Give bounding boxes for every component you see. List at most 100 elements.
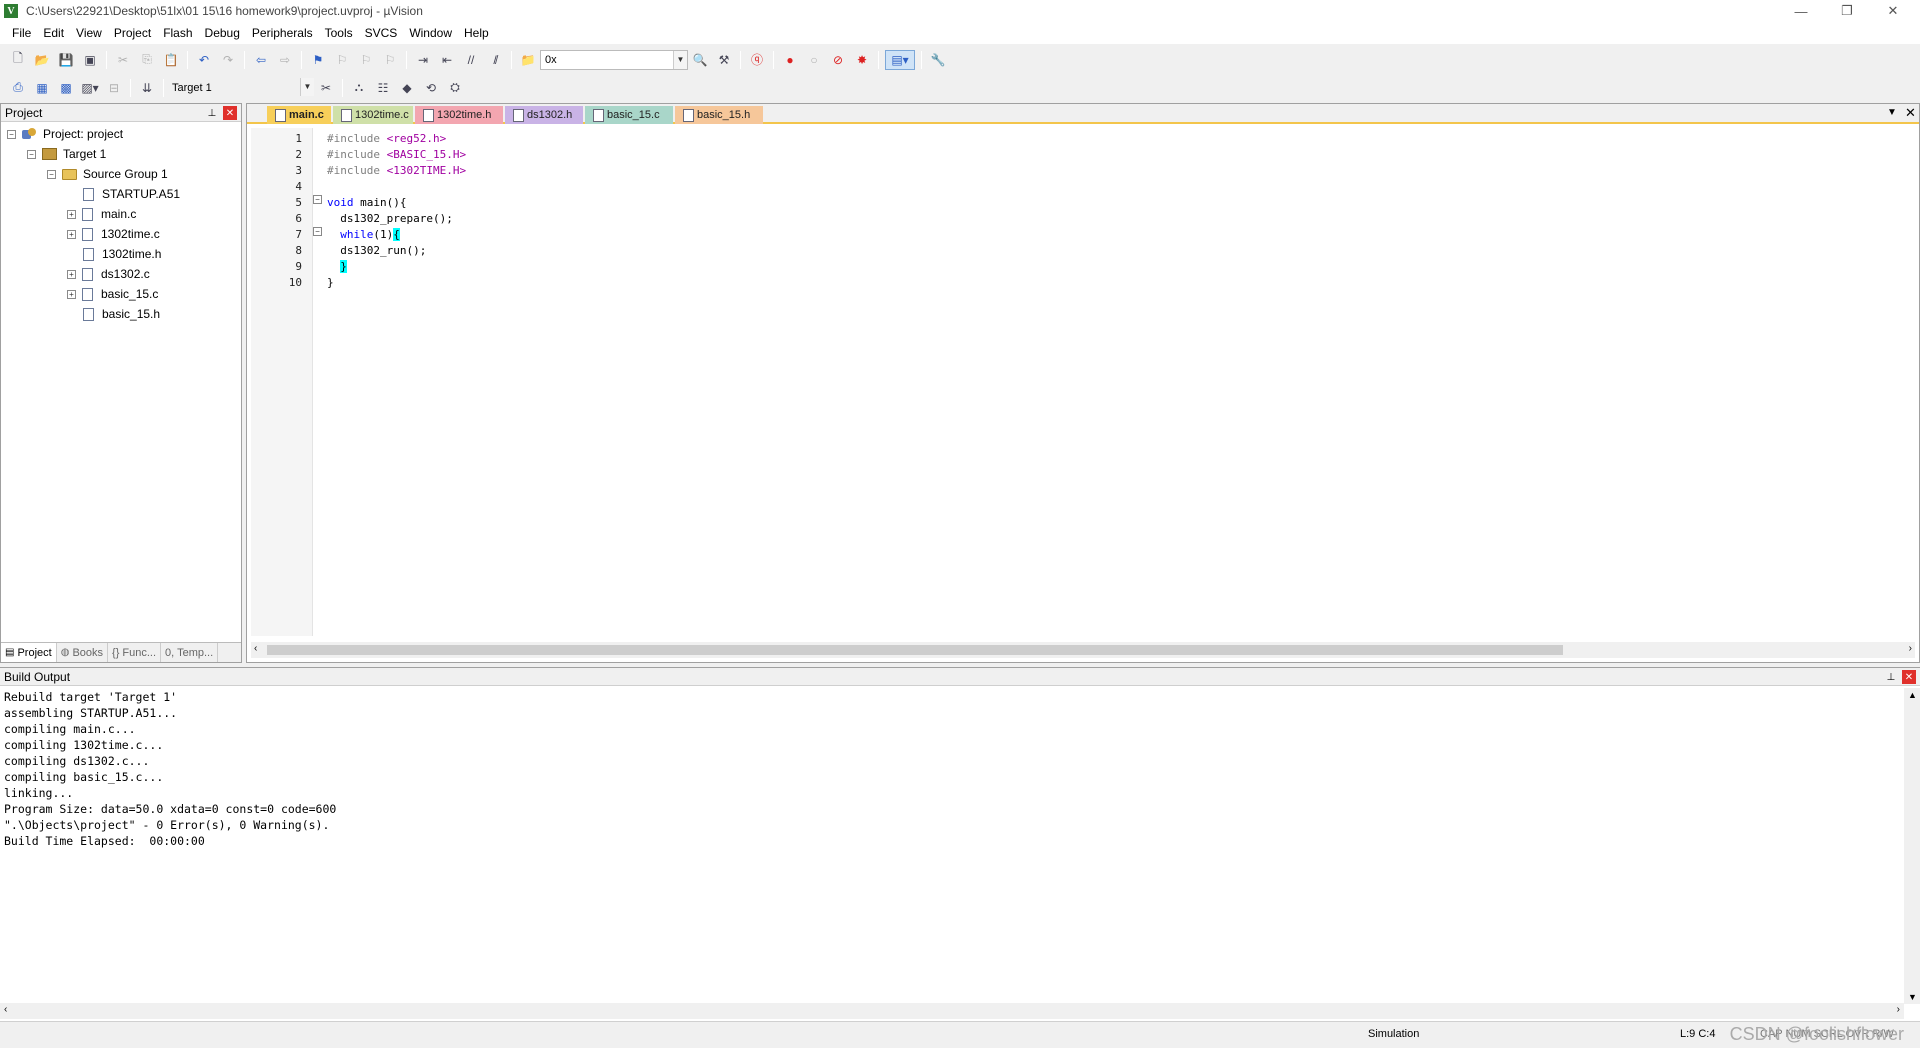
tab-basic15-h[interactable]: basic_15.h — [675, 106, 763, 124]
code-line-9[interactable]: } — [327, 260, 347, 273]
breakpoint-disable-all-icon[interactable]: ⊘ — [828, 50, 848, 70]
batch-build-icon[interactable]: ▨▾ — [80, 78, 100, 98]
scroll-right-icon[interactable]: › — [1909, 643, 1912, 654]
editor-horizontal-scrollbar[interactable]: ‹ › — [251, 642, 1915, 658]
fold-collapse-icon[interactable]: − — [313, 195, 322, 204]
collapse-icon[interactable]: − — [7, 129, 16, 139]
pin-icon[interactable]: ⊥ — [205, 106, 219, 120]
expand-icon[interactable]: + — [67, 269, 76, 279]
navigate-back-icon[interactable]: ⇦ — [251, 50, 271, 70]
code-line-2[interactable]: #include <BASIC_15.H> — [327, 148, 466, 161]
minimize-button[interactable]: — — [1778, 0, 1824, 22]
menu-svcs[interactable]: SVCS — [359, 26, 404, 40]
build-icon[interactable]: ▦ — [32, 78, 52, 98]
expand-icon[interactable]: + — [67, 209, 76, 219]
rebuild-icon[interactable]: ▩ — [56, 78, 76, 98]
incremental-find-icon[interactable]: ⚒ — [714, 50, 734, 70]
tree-file-main[interactable]: + main.c — [67, 205, 136, 223]
menu-file[interactable]: File — [6, 26, 37, 40]
save-icon[interactable]: 💾 — [56, 50, 76, 70]
bookmark-next-icon[interactable]: ⚐ — [356, 50, 376, 70]
tree-target[interactable]: − Target 1 — [27, 145, 106, 163]
tab-list-icon[interactable]: ▼ — [1887, 107, 1897, 118]
menu-tools[interactable]: Tools — [319, 26, 359, 40]
pin-icon[interactable]: ⊥ — [1884, 670, 1898, 684]
fold-collapse-icon[interactable]: − — [313, 227, 322, 236]
menu-peripherals[interactable]: Peripherals — [246, 26, 319, 40]
output-vertical-scrollbar[interactable]: ▲ ▼ — [1904, 688, 1920, 1004]
manage-components-icon[interactable]: ⛬ — [349, 78, 369, 98]
configure-icon[interactable]: 🔧 — [928, 50, 948, 70]
tree-file-1302time-h[interactable]: 1302time.h — [83, 245, 161, 263]
indent-icon[interactable]: ⇥ — [413, 50, 433, 70]
tab-functions[interactable]: {} Func... — [108, 643, 162, 662]
open-file-icon[interactable]: 📂 — [32, 50, 52, 70]
tab-books[interactable]: ◍ Books — [57, 643, 109, 662]
target-select[interactable]: Target 1 ▼ — [168, 77, 314, 98]
code-line-1[interactable]: #include <reg52.h> — [327, 132, 446, 145]
output-horizontal-scrollbar[interactable]: ‹ › — [0, 1003, 1904, 1019]
chevron-down-icon[interactable]: ▼ — [300, 77, 314, 96]
code-line-10[interactable]: } — [327, 276, 334, 289]
find-combo[interactable]: 0x ▼ — [540, 49, 688, 70]
collapse-icon[interactable]: − — [47, 169, 56, 179]
scroll-left-icon[interactable]: ‹ — [4, 1004, 7, 1015]
bookmark-clear-icon[interactable]: ⚐ — [380, 50, 400, 70]
tab-project[interactable]: ▤ Project — [1, 643, 57, 662]
close-window-button[interactable]: ✕ — [1870, 0, 1916, 22]
window-layout-icon[interactable]: ▤▾ — [885, 49, 915, 70]
copy-icon[interactable]: ⎘ — [137, 50, 157, 70]
menu-debug[interactable]: Debug — [199, 26, 246, 40]
menu-project[interactable]: Project — [108, 26, 157, 40]
code-line-5[interactable]: void main(){ — [327, 196, 406, 209]
select-pack-icon[interactable]: ⛭ — [445, 78, 465, 98]
breakpoint-insert-icon[interactable]: ● — [780, 50, 800, 70]
comment-icon[interactable]: // — [461, 50, 481, 70]
redo-icon[interactable]: ↷ — [218, 50, 238, 70]
tab-1302time-h[interactable]: 1302time.h — [415, 106, 503, 124]
cut-icon[interactable]: ✂ — [113, 50, 133, 70]
paste-icon[interactable]: 📋 — [161, 50, 181, 70]
scroll-down-icon[interactable]: ▼ — [1908, 992, 1917, 1002]
tab-main-c[interactable]: main.c — [267, 106, 331, 124]
tree-file-startup[interactable]: STARTUP.A51 — [83, 185, 180, 203]
code-line-6[interactable]: ds1302_prepare(); — [327, 212, 453, 225]
menu-view[interactable]: View — [70, 26, 108, 40]
find-icon[interactable]: 🔍 — [690, 50, 710, 70]
tab-1302time-c[interactable]: 1302time.c — [333, 106, 413, 124]
expand-icon[interactable]: + — [67, 289, 76, 299]
chevron-down-icon[interactable]: ▼ — [673, 50, 687, 69]
translate-icon[interactable]: ⎙ — [8, 78, 28, 98]
tree-file-basic15-c[interactable]: + basic_15.c — [67, 285, 158, 303]
tree-file-ds1302[interactable]: + ds1302.c — [67, 265, 150, 283]
debug-session-icon[interactable]: ⓠ — [747, 50, 767, 70]
run-time-env-icon[interactable]: ◆ — [397, 78, 417, 98]
code-line-8[interactable]: ds1302_run(); — [327, 244, 426, 257]
new-file-icon[interactable]: 🗋 — [8, 50, 28, 70]
navigate-forward-icon[interactable]: ⇨ — [275, 50, 295, 70]
scroll-left-icon[interactable]: ‹ — [254, 643, 257, 654]
expand-icon[interactable]: + — [67, 229, 76, 239]
scroll-right-icon[interactable]: › — [1897, 1004, 1900, 1015]
bookmark-prev-icon[interactable]: ⚐ — [332, 50, 352, 70]
code-line-7[interactable]: while(1){ — [327, 228, 400, 241]
tree-project-root[interactable]: − Project: project — [7, 125, 123, 143]
target-options-icon[interactable]: ✂ — [316, 78, 336, 98]
tree-file-basic15-h[interactable]: basic_15.h — [83, 305, 160, 323]
menu-help[interactable]: Help — [458, 26, 495, 40]
collapse-icon[interactable]: − — [27, 149, 36, 159]
pack-installer-icon[interactable]: ⟲ — [421, 78, 441, 98]
tree-source-group[interactable]: − Source Group 1 — [47, 165, 168, 183]
bookmark-toggle-icon[interactable]: ⚑ — [308, 50, 328, 70]
tab-ds1302-h[interactable]: ds1302.h — [505, 106, 583, 124]
close-icon[interactable]: ✕ — [223, 106, 237, 120]
code-line-3[interactable]: #include <1302TIME.H> — [327, 164, 466, 177]
breakpoint-disable-icon[interactable]: ○ — [804, 50, 824, 70]
tab-templates[interactable]: 0, Temp... — [161, 643, 219, 662]
manage-items-icon[interactable]: ☷ — [373, 78, 393, 98]
unindent-icon[interactable]: ⇤ — [437, 50, 457, 70]
download-icon[interactable]: ⇊ — [137, 78, 157, 98]
undo-icon[interactable]: ↶ — [194, 50, 214, 70]
uncomment-icon[interactable]: /̸ — [485, 50, 505, 70]
tab-basic15-c[interactable]: basic_15.c — [585, 106, 673, 124]
